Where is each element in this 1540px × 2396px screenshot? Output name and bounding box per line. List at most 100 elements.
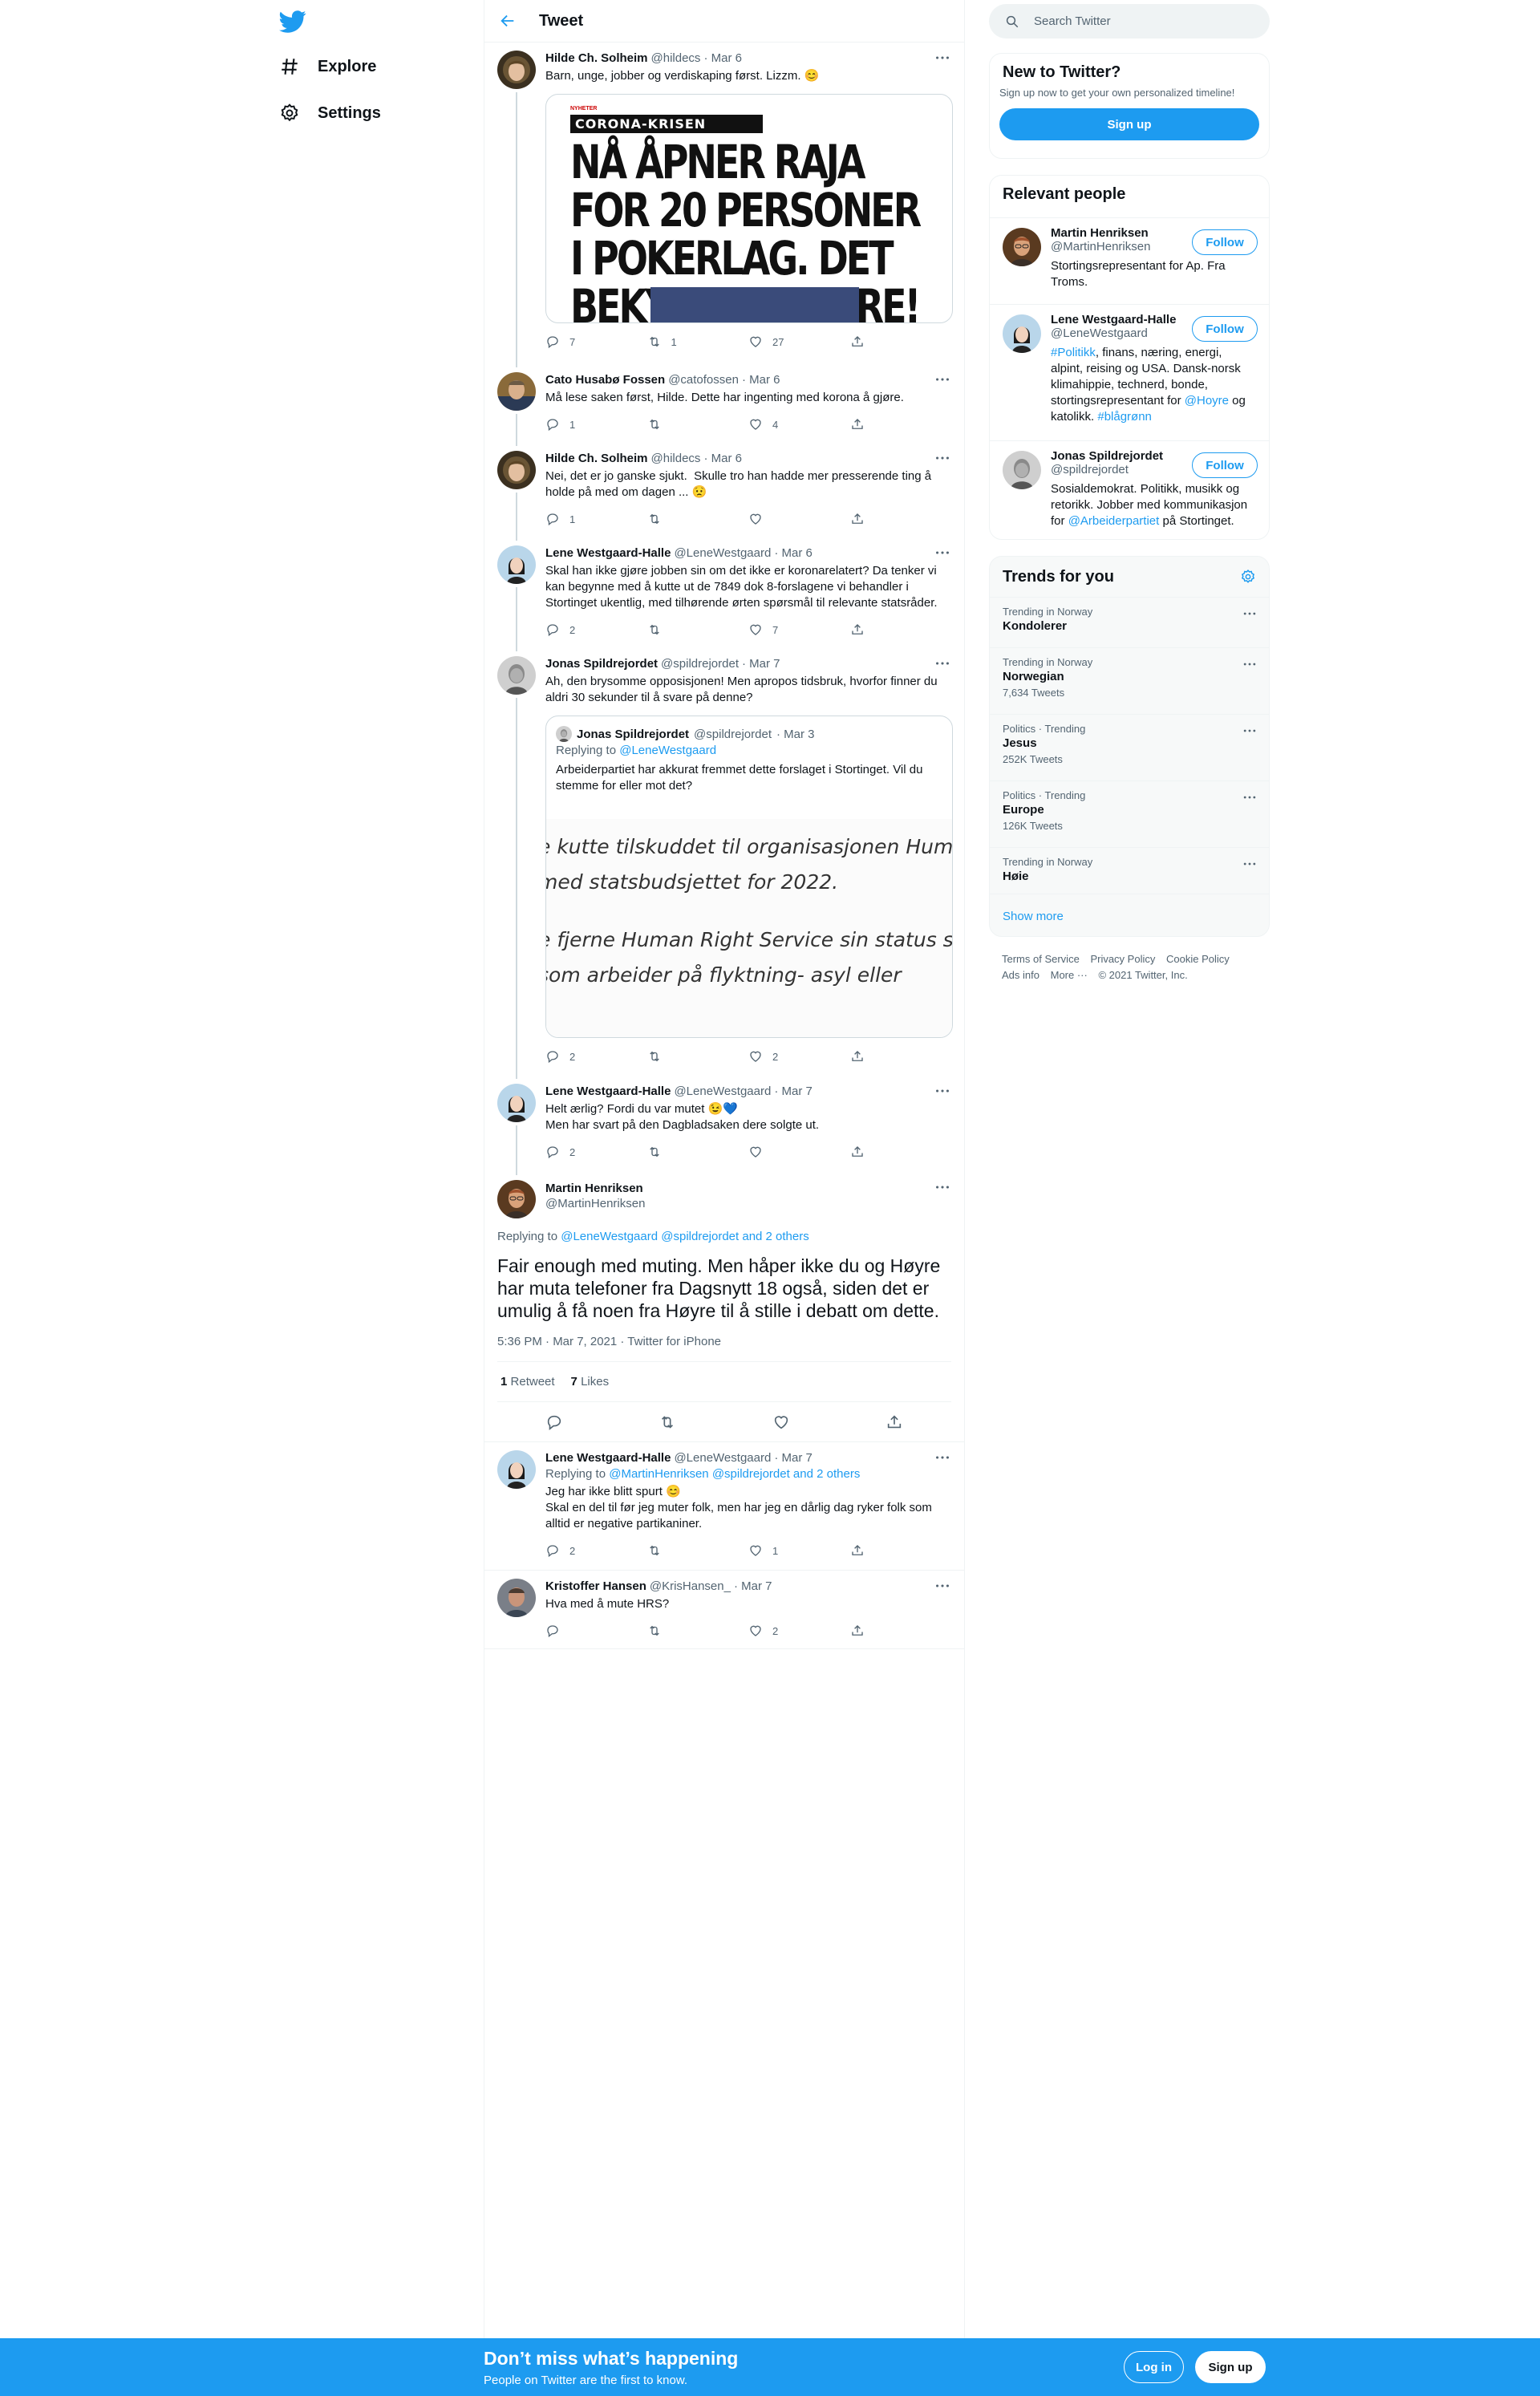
author-name[interactable]: Kristoffer Hansen	[545, 1579, 646, 1595]
tweet-timestamp[interactable]: 5:36 PM · Mar 7, 2021 · Twitter for iPho…	[497, 1335, 951, 1362]
share-button[interactable]	[850, 417, 952, 432]
tweet-date[interactable]: · Mar 6	[703, 51, 742, 67]
author-handle[interactable]: @hildecs	[651, 451, 701, 467]
retweet-button[interactable]	[647, 417, 749, 432]
mention-link[interactable]: @Arbeiderpartiet	[1068, 514, 1160, 528]
likes-stat[interactable]: 7 Likes	[571, 1375, 610, 1389]
replying-link[interactable]: @MartinHenriksen @spildrejordet and 2 ot…	[609, 1467, 860, 1481]
reply-button[interactable]: 1	[545, 512, 647, 526]
follow-button[interactable]: Follow	[1192, 229, 1258, 255]
more-options-icon[interactable]	[934, 1178, 951, 1196]
replying-link[interactable]: @LeneWestgaard @spildrejordet and 2 othe…	[561, 1230, 809, 1243]
author-handle[interactable]: @MartinHenriksen	[545, 1197, 951, 1210]
footer-link[interactable]: Cookie Policy	[1166, 953, 1230, 965]
reply-button[interactable]: 1	[545, 417, 647, 432]
avatar[interactable]	[497, 451, 536, 489]
person-item[interactable]: Follow Jonas Spildrejordet @spildrejorde…	[990, 440, 1269, 539]
retweet-button[interactable]	[647, 1145, 749, 1159]
avatar[interactable]	[497, 1450, 536, 1489]
replying-link[interactable]: @LeneWestgaard	[619, 744, 716, 757]
reply-icon[interactable]	[545, 1413, 563, 1431]
author-name[interactable]: Martin Henriksen	[545, 1182, 951, 1195]
quoted-tweet[interactable]: Jonas Spildrejordet @spildrejordet · Mar…	[545, 716, 953, 1038]
follow-button[interactable]: Follow	[1192, 452, 1258, 478]
trend-item[interactable]: Trending in Norway Kondolerer	[990, 597, 1269, 647]
avatar[interactable]	[497, 545, 536, 584]
share-icon[interactable]	[886, 1413, 903, 1431]
more-options-icon[interactable]	[1242, 656, 1258, 672]
tweet-date[interactable]: · Mar 7	[774, 1084, 813, 1100]
tweet-date[interactable]: · Mar 7	[734, 1579, 772, 1595]
author-handle[interactable]: @LeneWestgaard	[674, 1450, 771, 1466]
person-item[interactable]: Follow Martin Henriksen @MartinHenriksen…	[990, 217, 1269, 304]
author-name[interactable]: Lene Westgaard-Halle	[545, 1450, 671, 1466]
share-button[interactable]	[850, 512, 952, 526]
trend-item[interactable]: Trending in Norway Norwegian 7,634 Tweet…	[990, 647, 1269, 714]
tweet-date[interactable]: · Mar 7	[774, 1450, 813, 1466]
retweet-icon[interactable]	[659, 1413, 676, 1431]
share-button[interactable]	[850, 1145, 952, 1159]
nav-item-explore[interactable]: Explore	[279, 47, 376, 87]
retweet-button[interactable]	[647, 512, 749, 526]
more-options-icon[interactable]	[1242, 856, 1258, 872]
thread-tweet[interactable]: Hilde Ch. Solheim @hildecs · Mar 6 Nei, de…	[484, 443, 964, 541]
reply-button[interactable]: 2	[545, 622, 647, 637]
author-handle[interactable]: @KrisHansen_	[650, 1579, 731, 1595]
like-button[interactable]	[748, 512, 850, 526]
avatar[interactable]	[497, 1084, 536, 1122]
avatar[interactable]	[497, 656, 536, 695]
more-options-icon[interactable]	[934, 1577, 951, 1595]
more-options-icon[interactable]	[934, 1082, 951, 1100]
reply-tweet[interactable]: Kristoffer Hansen @KrisHansen_ · Mar 7 Hva…	[484, 1571, 964, 1649]
share-button[interactable]	[850, 334, 952, 349]
author-name[interactable]: Lene Westgaard-Halle	[545, 545, 671, 561]
avatar[interactable]	[1003, 228, 1041, 266]
retweet-button[interactable]	[647, 1049, 749, 1064]
retweets-stat[interactable]: 1 Retweet	[500, 1375, 555, 1389]
footer-link[interactable]: Privacy Policy	[1090, 953, 1155, 965]
share-button[interactable]	[850, 1624, 952, 1638]
author-handle[interactable]: @LeneWestgaard	[674, 1084, 771, 1100]
more-options-icon[interactable]	[934, 655, 951, 672]
nav-item-settings[interactable]: Settings	[279, 93, 381, 133]
like-button[interactable]: 2	[748, 1049, 850, 1064]
reply-button[interactable]: 2	[545, 1049, 647, 1064]
author-handle[interactable]: @hildecs	[651, 51, 701, 67]
share-button[interactable]	[850, 1543, 952, 1558]
avatar[interactable]	[497, 51, 536, 89]
reply-button[interactable]	[545, 1624, 647, 1638]
share-button[interactable]	[850, 622, 952, 637]
follow-button[interactable]: Follow	[1192, 316, 1258, 342]
reply-button[interactable]: 7	[545, 334, 647, 349]
retweet-button[interactable]: 1	[647, 334, 749, 349]
author-handle[interactable]: @LeneWestgaard	[674, 545, 771, 561]
thread-tweet[interactable]: Lene Westgaard-Halle @LeneWestgaard · Mar …	[484, 537, 964, 651]
reply-button[interactable]: 2	[545, 1543, 647, 1558]
share-button[interactable]	[850, 1049, 952, 1064]
author-handle[interactable]: @catofossen	[668, 372, 739, 388]
more-options-icon[interactable]	[934, 449, 951, 467]
trend-item[interactable]: Politics · Trending Jesus 252K Tweets	[990, 714, 1269, 780]
more-options-icon[interactable]	[934, 49, 951, 67]
like-button[interactable]: 27	[748, 334, 850, 349]
more-options-icon[interactable]	[934, 544, 951, 561]
retweet-button[interactable]	[647, 622, 749, 637]
newspaper-image[interactable]: NYHETER CORONA-KRISEN NÅ ÅPNER RAJA FOR …	[545, 94, 953, 323]
footer-link[interactable]: Terms of Service	[1002, 953, 1080, 965]
more-options-icon[interactable]	[934, 371, 951, 388]
thread-tweet[interactable]: Lene Westgaard-Halle @LeneWestgaard · Mar …	[484, 1076, 964, 1175]
more-options-icon[interactable]	[1242, 723, 1258, 739]
thread-tweet[interactable]: Cato Husabø Fossen @catofossen · Mar 6 Må …	[484, 364, 964, 446]
avatar[interactable]	[497, 1579, 536, 1617]
avatar[interactable]	[497, 1180, 536, 1218]
reply-button[interactable]: 2	[545, 1145, 647, 1159]
retweet-button[interactable]	[647, 1543, 749, 1558]
more-options-icon[interactable]	[1242, 606, 1258, 622]
like-button[interactable]: 4	[748, 417, 850, 432]
show-more-link[interactable]: Show more	[990, 894, 1269, 936]
thread-tweet[interactable]: Jonas Spildrejordet @spildrejordet · Mar 7…	[484, 648, 964, 1079]
retweet-button[interactable]	[647, 1624, 749, 1638]
thread-tweet[interactable]: Hilde Ch. Solheim @hildecs · Mar 6 Barn, u…	[484, 43, 964, 367]
author-name[interactable]: Hilde Ch. Solheim	[545, 451, 648, 467]
like-button[interactable]: 1	[748, 1543, 850, 1558]
